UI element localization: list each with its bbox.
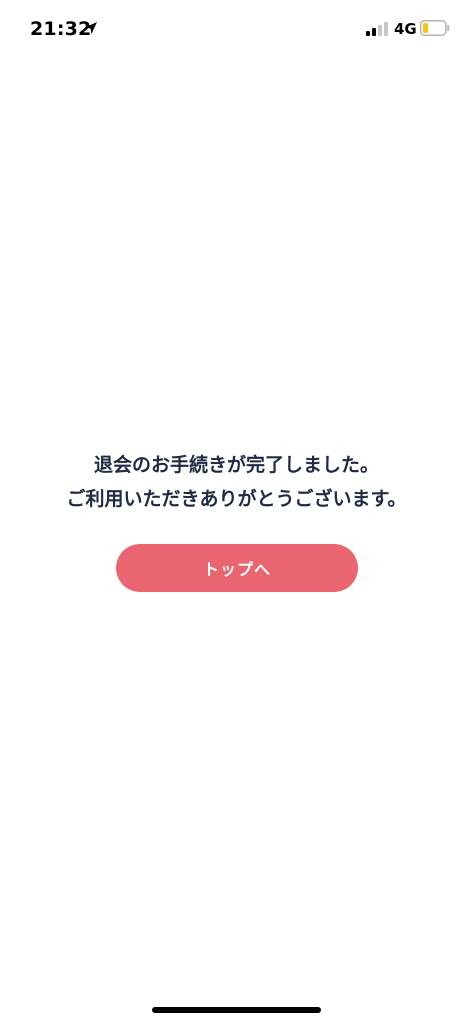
home-indicator[interactable]	[152, 1007, 321, 1013]
completion-message: 退会のお手続きが完了しました。 ご利用いただきありがとうございます。	[0, 448, 473, 516]
location-arrow-icon	[85, 22, 97, 34]
status-time: 21:32	[30, 18, 92, 40]
signal-bars-icon	[366, 22, 388, 36]
battery-icon	[420, 20, 450, 36]
message-line-2: ご利用いただきありがとうございます。	[66, 488, 407, 510]
network-label: 4G	[394, 20, 417, 38]
back-to-top-button[interactable]: トップへ	[116, 544, 358, 592]
status-bar: 21:32 4G	[0, 0, 473, 60]
message-line-1: 退会のお手続きが完了しました。	[93, 454, 379, 476]
screen: 21:32 4G 退会のお手続きが完了しました。 ご利用いただきありがとうござい…	[0, 0, 473, 1024]
